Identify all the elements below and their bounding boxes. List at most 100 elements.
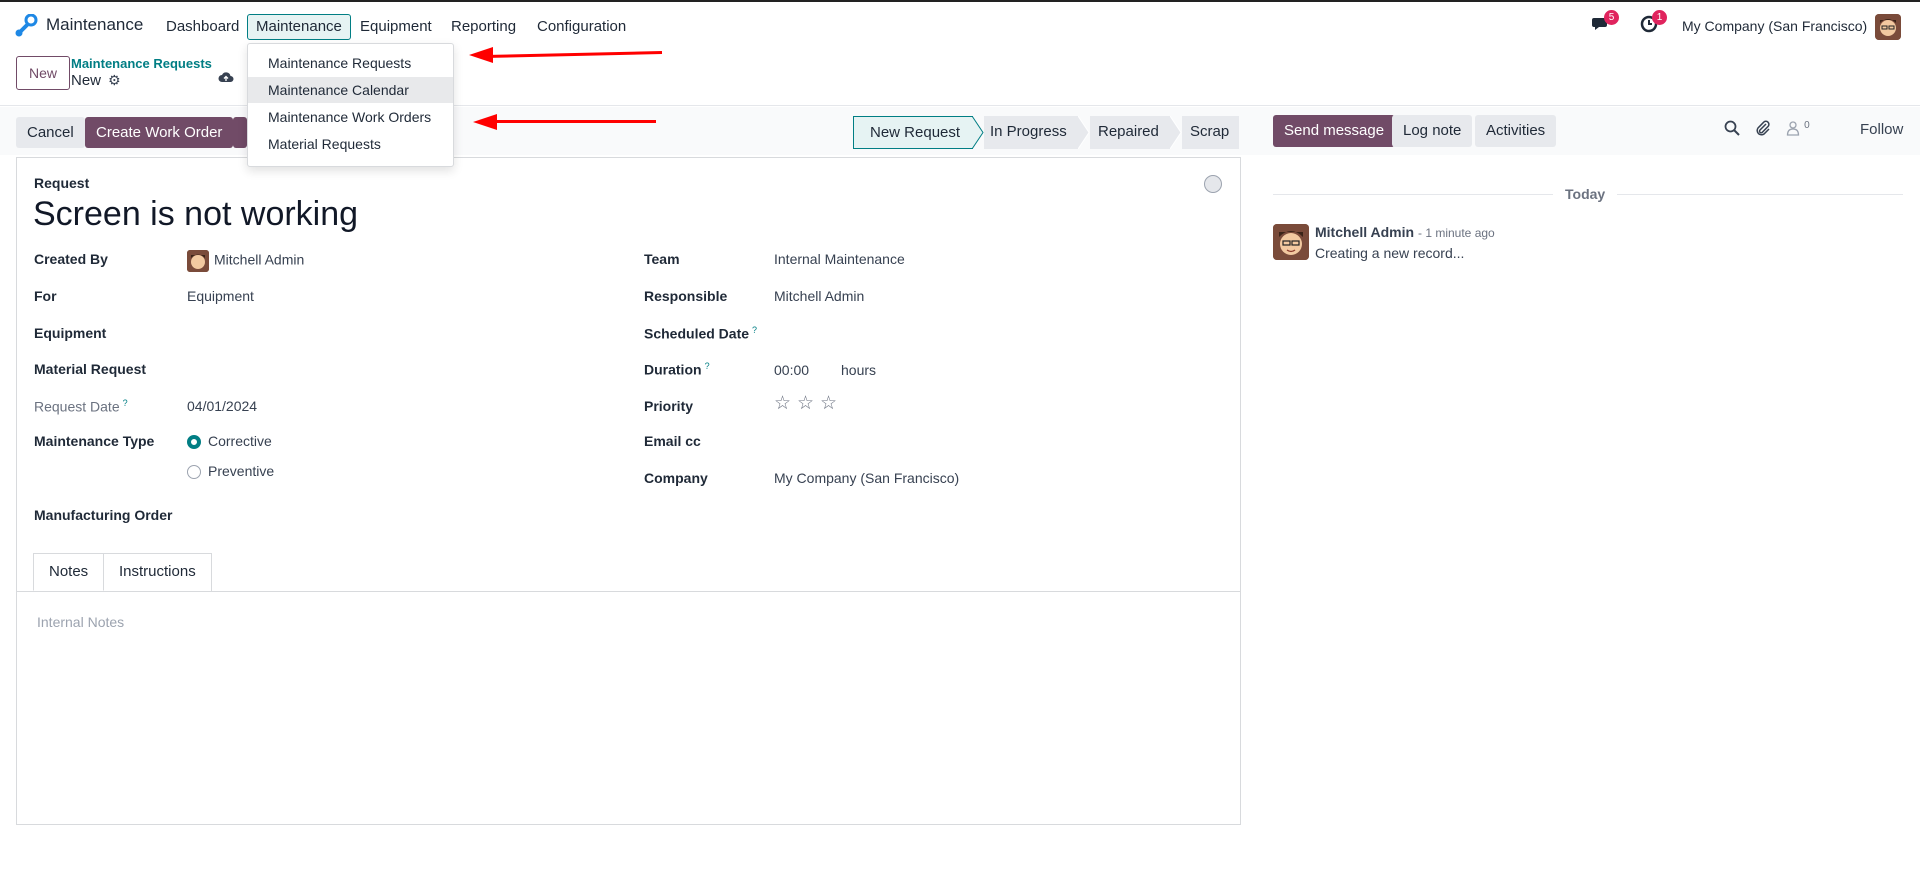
- team-field[interactable]: Internal Maintenance: [774, 251, 905, 267]
- team-label: Team: [644, 251, 680, 267]
- company-switcher[interactable]: My Company (San Francisco): [1682, 18, 1867, 34]
- date-separator: Today: [1553, 186, 1618, 202]
- scheduled-date-label-text: Scheduled Date: [644, 325, 750, 342]
- user-avatar[interactable]: [1875, 14, 1901, 40]
- responsible-label: Responsible: [644, 288, 728, 304]
- scheduled-date-field[interactable]: [774, 325, 1174, 343]
- tab-divider: [17, 591, 1240, 592]
- priority-star-icon[interactable]: ☆: [774, 392, 791, 415]
- menu-reporting[interactable]: Reporting: [442, 14, 525, 40]
- maintenance-app-icon[interactable]: [14, 14, 38, 38]
- for-field[interactable]: Equipment: [187, 288, 254, 304]
- help-tooltip-icon[interactable]: ?: [705, 361, 710, 371]
- followers-count: 0: [1804, 120, 1810, 131]
- activities-button[interactable]: Activities: [1475, 115, 1557, 147]
- request-date-label: Request Date?: [34, 398, 128, 415]
- email-cc-label: Email cc: [644, 433, 701, 449]
- annotation-arrow-shaft: [495, 120, 656, 123]
- dropdown-item-maintenance-calendar[interactable]: Maintenance Calendar: [248, 77, 453, 103]
- gear-icon[interactable]: ⚙: [108, 72, 121, 89]
- menu-configuration[interactable]: Configuration: [528, 14, 635, 40]
- activities-count-badge: 1: [1652, 10, 1667, 25]
- help-tooltip-icon[interactable]: ?: [752, 325, 757, 335]
- title-input[interactable]: Screen is not working: [33, 195, 358, 234]
- preventive-option-label[interactable]: Preventive: [208, 463, 274, 479]
- manufacturing-order-field[interactable]: [187, 507, 587, 525]
- avatar-face-icon: [1875, 14, 1901, 40]
- scheduled-date-label: Scheduled Date?: [644, 325, 757, 342]
- radio-corrective[interactable]: [187, 435, 201, 449]
- top-navbar: Maintenance Dashboard Maintenance Equipm…: [0, 2, 1920, 48]
- message-author[interactable]: Mitchell Admin: [1315, 224, 1414, 240]
- stage-scrap[interactable]: Scrap: [1182, 116, 1239, 149]
- internal-notes-editor[interactable]: Internal Notes: [37, 614, 124, 630]
- priority-star-icon[interactable]: ☆: [797, 392, 814, 415]
- help-tooltip-icon[interactable]: ?: [123, 398, 128, 408]
- messages-count-badge: 5: [1604, 10, 1619, 25]
- user-icon: [1786, 121, 1800, 136]
- tab-instructions[interactable]: Instructions: [104, 553, 212, 591]
- company-field[interactable]: My Company (San Francisco): [774, 470, 959, 486]
- duration-unit: hours: [841, 362, 877, 378]
- stage-in-progress[interactable]: In Progress: [984, 116, 1078, 149]
- manufacturing-order-label: Manufacturing Order: [34, 507, 173, 523]
- create-work-order-button[interactable]: Create Work Order: [85, 117, 234, 148]
- form-sheet: Request Screen is not working Created By…: [16, 157, 1241, 825]
- duration-field[interactable]: 00:00: [774, 362, 809, 378]
- followers-button[interactable]: 0: [1786, 120, 1810, 140]
- maintenance-type-label: Maintenance Type: [34, 433, 155, 449]
- radio-preventive[interactable]: [187, 465, 201, 479]
- created-by-field[interactable]: Mitchell Admin: [187, 250, 304, 272]
- company-label: Company: [644, 470, 708, 486]
- dropdown-item-maintenance-work-orders[interactable]: Maintenance Work Orders: [248, 104, 453, 130]
- corrective-option-label[interactable]: Corrective: [208, 433, 272, 449]
- email-cc-field[interactable]: [774, 433, 1174, 451]
- menu-dashboard[interactable]: Dashboard: [157, 14, 248, 40]
- dropdown-item-material-requests[interactable]: Material Requests: [248, 131, 453, 157]
- cancel-button[interactable]: Cancel: [16, 117, 85, 148]
- menu-equipment[interactable]: Equipment: [351, 14, 441, 40]
- request-date-field[interactable]: 04/01/2024: [187, 398, 257, 414]
- equipment-field[interactable]: [187, 325, 587, 343]
- priority-label: Priority: [644, 398, 694, 414]
- for-label: For: [34, 288, 57, 304]
- material-request-label: Material Request: [34, 361, 147, 377]
- stage-new-request[interactable]: New Request: [853, 116, 973, 149]
- created-by-label: Created By: [34, 251, 108, 267]
- breadcrumb-parent-link[interactable]: Maintenance Requests: [71, 56, 212, 71]
- avatar[interactable]: [1273, 224, 1309, 260]
- message-timestamp: - 1 minute ago: [1418, 226, 1495, 240]
- app-name[interactable]: Maintenance: [46, 15, 143, 35]
- duration-label-text: Duration: [644, 361, 702, 378]
- equipment-label: Equipment: [34, 325, 107, 341]
- responsible-field[interactable]: Mitchell Admin: [774, 288, 864, 304]
- material-request-field[interactable]: [187, 361, 587, 379]
- duration-label: Duration?: [644, 361, 710, 378]
- dropdown-item-maintenance-requests[interactable]: Maintenance Requests: [248, 50, 453, 76]
- log-note-button[interactable]: Log note: [1392, 115, 1473, 147]
- messages-button[interactable]: 5: [1592, 10, 1619, 38]
- avatar: [187, 250, 209, 272]
- created-by-value: Mitchell Admin: [214, 251, 305, 268]
- cloud-upload-icon[interactable]: [218, 70, 234, 87]
- tab-notes[interactable]: Notes: [33, 553, 105, 591]
- hidden-action-button[interactable]: [233, 117, 247, 148]
- annotation-arrow-head: [473, 114, 497, 130]
- request-date-label-text: Request Date: [34, 398, 120, 415]
- priority-star-icon[interactable]: ☆: [820, 392, 837, 415]
- paperclip-icon[interactable]: [1755, 120, 1771, 140]
- message-body: Creating a new record...: [1315, 245, 1465, 261]
- search-icon[interactable]: [1724, 120, 1740, 140]
- stage-repaired[interactable]: Repaired: [1090, 116, 1170, 149]
- activities-button[interactable]: 1: [1640, 10, 1667, 38]
- annotation-arrow-head: [469, 47, 493, 63]
- title-label: Request: [34, 175, 90, 191]
- follow-button[interactable]: Follow: [1860, 121, 1903, 138]
- breadcrumb-current: New: [71, 72, 102, 89]
- new-button[interactable]: New: [16, 56, 71, 90]
- maintenance-dropdown-menu: Maintenance Requests Maintenance Calenda…: [247, 43, 454, 167]
- menu-maintenance[interactable]: Maintenance: [247, 14, 351, 40]
- kanban-state-toggle[interactable]: [1204, 175, 1222, 193]
- send-message-button[interactable]: Send message: [1273, 115, 1396, 147]
- stage-arrow-icon: [1078, 116, 1090, 149]
